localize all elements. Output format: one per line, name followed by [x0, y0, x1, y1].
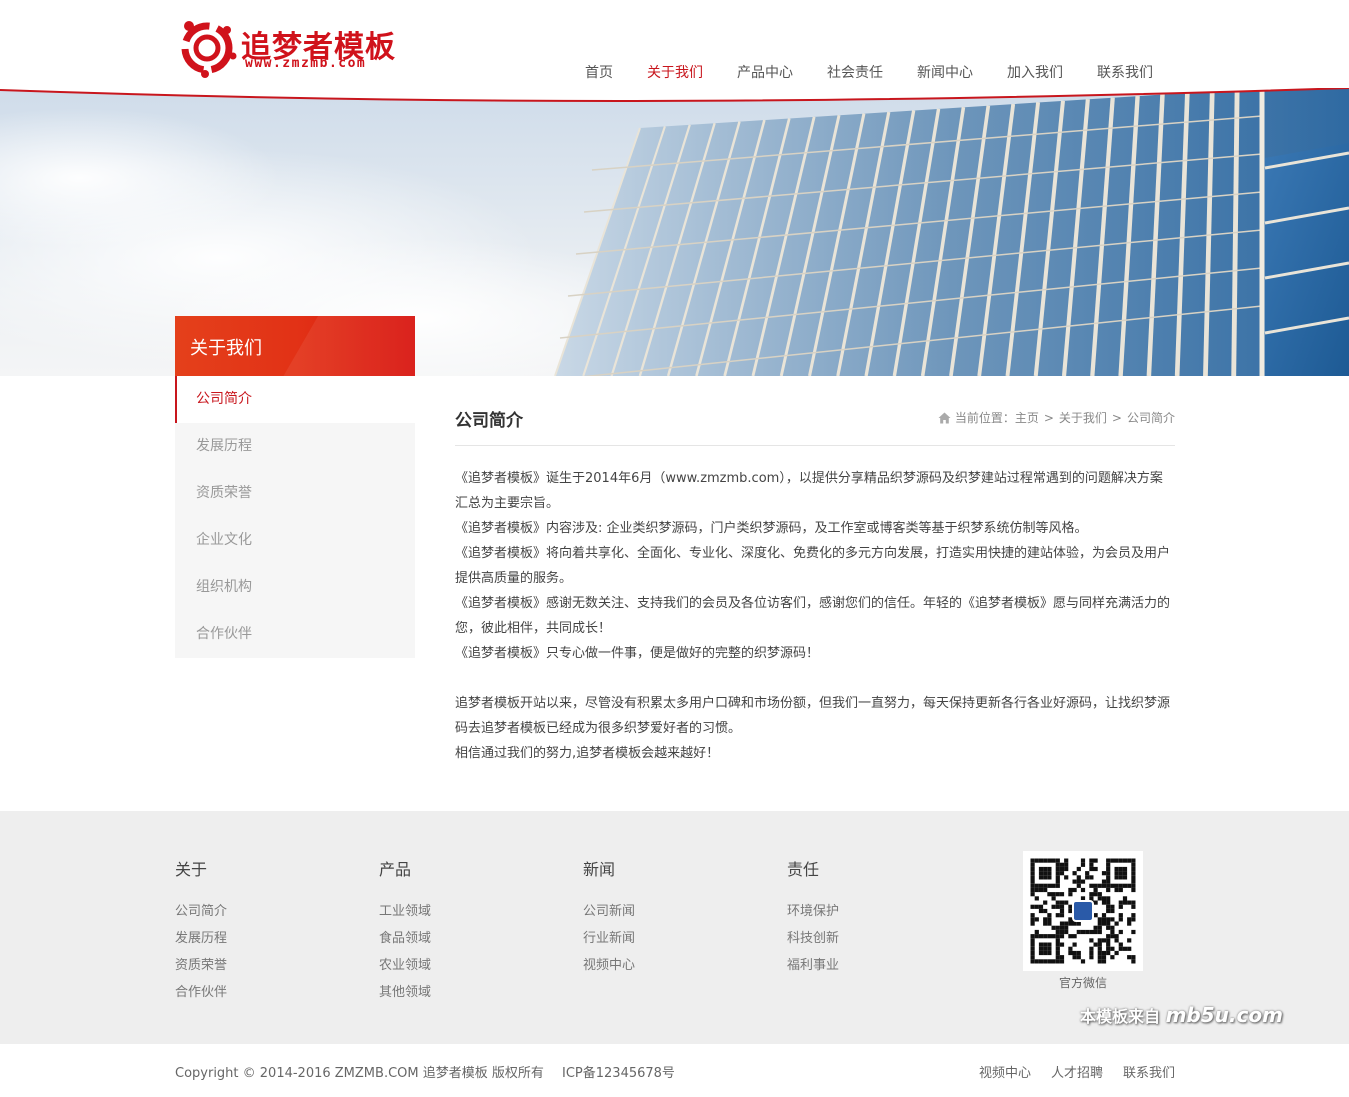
watermark-brand: mb5u.com: [1165, 1003, 1283, 1027]
footer-link[interactable]: 合作伙伴: [175, 979, 227, 1006]
bottom-link-contact[interactable]: 联系我们: [1123, 1062, 1175, 1081]
footer-link[interactable]: 食品领域: [379, 925, 431, 952]
logo-icon: [181, 21, 237, 78]
main-nav: 首页 关于我们 产品中心 社会责任 新闻中心 加入我们 联系我们: [568, 58, 1170, 86]
icp-number[interactable]: ICP备12345678号: [562, 1066, 675, 1081]
template-source-watermark: 本模板来自 mb5u.com: [1080, 1003, 1283, 1027]
logo-url: www.zmzmb.com: [245, 56, 367, 71]
sidebar-title: 关于我们: [175, 316, 415, 376]
nav-news[interactable]: 新闻中心: [900, 58, 990, 86]
sidebar-menu: 公司简介 发展历程 资质荣誉 企业文化 组织机构 合作伙伴: [175, 376, 415, 658]
nav-home[interactable]: 首页: [568, 58, 630, 86]
breadcrumb-home[interactable]: 主页: [1015, 409, 1039, 426]
nav-about[interactable]: 关于我们: [630, 58, 720, 86]
footer-column-title: 关于: [175, 860, 208, 879]
footer-link[interactable]: 农业领域: [379, 952, 431, 979]
footer-link[interactable]: 视频中心: [583, 952, 635, 979]
site-logo[interactable]: 追梦者模板 www.zmzmb.com: [175, 12, 435, 82]
home-icon: [938, 412, 951, 423]
copyright-bar: Copyright © 2014-2016 ZMZMB.COM 追梦者模板 版权…: [0, 1044, 1349, 1097]
sidebar-title-text: 关于我们: [190, 338, 262, 359]
qr-code-icon: [1030, 858, 1136, 964]
footer-link[interactable]: 工业领域: [379, 898, 431, 925]
breadcrumb: 当前位置： 主页 > 关于我们 > 公司简介: [938, 409, 1175, 426]
article-paragraph: 《追梦者模板》只专心做一件事，便是做好的完整的织梦源码！: [455, 646, 820, 661]
nav-contact[interactable]: 联系我们: [1080, 58, 1170, 86]
bottom-link-recruitment[interactable]: 人才招聘: [1051, 1062, 1103, 1081]
article-paragraph: 《追梦者模板》内容涉及: 企业类织梦源码，门户类织梦源码，及工作室或博客类等基于…: [455, 521, 1088, 536]
footer-link[interactable]: 公司简介: [175, 898, 227, 925]
sidebar-item-partners[interactable]: 合作伙伴: [175, 611, 415, 658]
footer-column-about: 关于 公司简介 发展历程 资质荣誉 合作伙伴: [175, 856, 227, 1006]
title-divider: [455, 445, 1175, 446]
breadcrumb-separator: >: [1111, 410, 1122, 425]
article-paragraph: 追梦者模板开站以来，尽管没有积累太多用户口碑和市场份额，但我们一直努力，每天保持…: [455, 696, 1171, 736]
nav-join-us[interactable]: 加入我们: [990, 58, 1080, 86]
site-footer: 关于 公司简介 发展历程 资质荣誉 合作伙伴 产品 工业领域 食品领域 农业领域…: [0, 811, 1349, 1044]
copyright-text: Copyright © 2014-2016 ZMZMB.COM 追梦者模板 版权…: [175, 1062, 675, 1081]
sidebar-item-organization[interactable]: 组织机构: [175, 564, 415, 611]
footer-link[interactable]: 公司新闻: [583, 898, 635, 925]
footer-column-title: 产品: [379, 860, 412, 879]
sidebar-item-history[interactable]: 发展历程: [175, 423, 415, 470]
breadcrumb-prefix: 当前位置：: [954, 411, 1015, 425]
nav-social-responsibility[interactable]: 社会责任: [810, 58, 900, 86]
sidebar-item-culture[interactable]: 企业文化: [175, 517, 415, 564]
breadcrumb-about[interactable]: 关于我们: [1059, 409, 1107, 426]
footer-link[interactable]: 行业新闻: [583, 925, 635, 952]
page-title: 公司简介: [455, 411, 523, 431]
article-paragraph: 相信通过我们的努力,追梦者模板会越来越好！: [455, 746, 720, 761]
copyright: Copyright © 2014-2016 ZMZMB.COM 追梦者模板 版权…: [175, 1066, 544, 1081]
article-body: 《追梦者模板》诞生于2014年6月（www.zmzmb.com），以提供分享精品…: [455, 466, 1175, 766]
footer-link[interactable]: 科技创新: [787, 925, 839, 952]
footer-column-products: 产品 工业领域 食品领域 农业领域 其他领域: [379, 856, 431, 1006]
bottom-link-video-center[interactable]: 视频中心: [979, 1062, 1031, 1081]
sidebar-item-honors[interactable]: 资质荣誉: [175, 470, 415, 517]
footer-link[interactable]: 福利事业: [787, 952, 839, 979]
nav-products[interactable]: 产品中心: [720, 58, 810, 86]
bottom-links: 视频中心 人才招聘 联系我们: [959, 1062, 1175, 1081]
footer-column-news: 新闻 公司新闻 行业新闻 视频中心: [583, 856, 635, 979]
footer-link[interactable]: 资质荣誉: [175, 952, 227, 979]
article-paragraph: 《追梦者模板》将向着共享化、全面化、专业化、深度化、免费化的多元方向发展，打造实…: [455, 546, 1171, 586]
footer-link[interactable]: 环境保护: [787, 898, 839, 925]
footer-column-responsibility: 责任 环境保护 科技创新 福利事业: [787, 856, 839, 979]
footer-link[interactable]: 发展历程: [175, 925, 227, 952]
breadcrumb-separator: >: [1043, 410, 1054, 425]
wechat-qr-code: [1023, 851, 1143, 971]
qr-label: 官方微信: [1058, 976, 1107, 990]
footer-column-title: 新闻: [583, 860, 616, 879]
sidebar-item-company-profile[interactable]: 公司简介: [175, 376, 415, 423]
footer-link[interactable]: 其他领域: [379, 979, 431, 1006]
article-paragraph: 《追梦者模板》感谢无数关注、支持我们的会员及各位访客们，感谢您们的信任。年轻的《…: [455, 596, 1171, 636]
article-paragraph: 《追梦者模板》诞生于2014年6月（www.zmzmb.com），以提供分享精品…: [455, 471, 1163, 511]
breadcrumb-current[interactable]: 公司简介: [1127, 409, 1175, 426]
watermark-prefix: 本模板来自: [1080, 1007, 1161, 1026]
site-header: 追梦者模板 www.zmzmb.com 首页 关于我们 产品中心 社会责任 新闻…: [0, 0, 1349, 100]
footer-column-title: 责任: [787, 860, 820, 879]
